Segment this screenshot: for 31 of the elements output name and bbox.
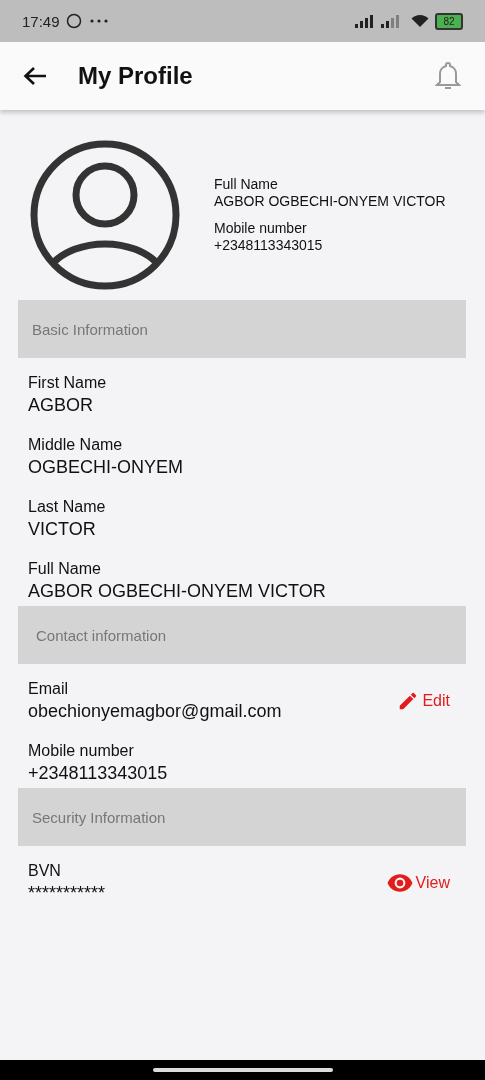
back-button[interactable] <box>22 65 48 87</box>
field-label: First Name <box>28 373 108 393</box>
field-label: BVN <box>28 861 62 881</box>
profile-value: +2348113343015 <box>214 237 324 254</box>
field-value: +2348113343015 <box>28 762 169 785</box>
field-label: Email <box>28 679 69 699</box>
profile-value: AGBOR OGBECHI-ONYEM VICTOR <box>214 193 446 210</box>
profile-label: Full Name <box>214 176 279 193</box>
field-label: Last Name <box>28 497 107 517</box>
avatar-icon <box>30 140 180 290</box>
field-value: OGBECHI-ONYEM <box>28 456 184 479</box>
eye-icon <box>386 873 413 893</box>
view-button[interactable]: View <box>386 873 456 893</box>
field-value: obechionyemagbor@gmail.com <box>28 700 283 723</box>
field-label: Mobile number <box>28 741 135 761</box>
battery-level: 82 <box>435 12 463 30</box>
field-label: Middle Name <box>28 435 124 455</box>
section-header: Basic Information <box>18 300 466 358</box>
status-time: 17:49 <box>22 12 60 30</box>
field-value: *********** <box>28 882 107 905</box>
section-header: Security Information <box>18 788 466 846</box>
field-label: Full Name <box>28 559 102 579</box>
wifi-icon <box>411 14 429 28</box>
edit-button[interactable]: Edit <box>397 690 456 712</box>
field-value: AGBOR OGBECHI-ONYEM VICTOR <box>28 580 327 603</box>
field-value: AGBOR <box>28 394 94 417</box>
field-value: VICTOR <box>28 518 97 541</box>
section-header: Contact information <box>18 606 466 664</box>
profile-label: Mobile number <box>214 220 308 237</box>
notification-bell-button[interactable] <box>435 61 461 91</box>
page-title: My Profile <box>78 62 193 90</box>
